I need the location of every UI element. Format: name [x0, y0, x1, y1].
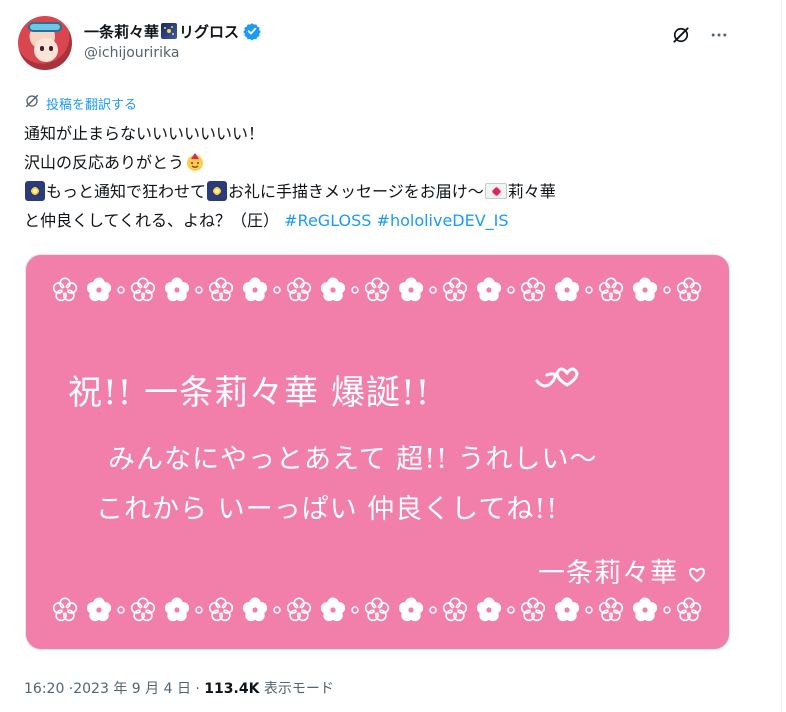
hashtag-hololivedev[interactable]: #hololiveDEV_IS	[377, 211, 509, 230]
small-heart-icon	[688, 567, 706, 583]
translate-icon	[24, 93, 40, 113]
image-text-line-2: みんなにやっとあえて 超!! うれしい〜	[108, 444, 598, 475]
author-names: 一条莉々華 リグロス @ichijouririka	[84, 20, 261, 61]
flower-decoration	[520, 597, 546, 622]
love-letter-emoji-icon	[484, 183, 507, 199]
flower-decoration	[398, 277, 424, 302]
dot-decoration	[507, 606, 515, 614]
heart-doodle-icon	[535, 367, 579, 388]
hashtag-reglass[interactable]: #ReGLOSS	[284, 211, 371, 230]
flower-decoration	[554, 277, 580, 302]
flower-border-top	[52, 277, 702, 302]
flower-decoration	[364, 597, 390, 622]
verified-icon	[243, 22, 261, 40]
flower-decoration	[130, 277, 156, 302]
display-name[interactable]: 一条莉々華	[84, 21, 159, 42]
views-count: 113.4K	[204, 681, 260, 697]
flower-decoration	[632, 597, 658, 622]
flower-decoration	[476, 277, 502, 302]
tweet-line-2: 沢山の反応ありがとう	[24, 148, 734, 177]
translate-link[interactable]: 投稿を翻訳する	[24, 93, 137, 113]
tweet-header: 一条莉々華 リグロス @ichijouririka	[18, 16, 738, 76]
flower-decoration	[86, 597, 112, 622]
dot-decoration	[585, 286, 593, 294]
flower-decoration	[52, 277, 78, 302]
dot-decoration	[663, 606, 671, 614]
sparkle-emoji-icon	[161, 23, 178, 39]
flower-decoration	[476, 597, 502, 622]
flower-decoration	[676, 277, 702, 302]
flower-decoration	[286, 597, 312, 622]
tweet-line-4: と仲良くしてくれる、よね？（圧） #ReGLOSS #hololiveDEV_I…	[24, 211, 509, 230]
sparkler-emoji-icon	[25, 181, 45, 201]
flower-decoration	[598, 277, 624, 302]
flower-decoration	[442, 277, 468, 302]
dot-decoration	[429, 606, 437, 614]
flower-decoration	[242, 597, 268, 622]
flower-decoration	[52, 597, 78, 622]
flower-decoration	[598, 597, 624, 622]
dot-decoration	[507, 286, 515, 294]
dot-decoration	[273, 286, 281, 294]
flower-decoration	[676, 597, 702, 622]
dot-decoration	[273, 606, 281, 614]
tweet-meta: 16:20 ·2023 年 9 月 4 日 · 113.4K 表示モード	[24, 678, 334, 698]
tweet-line-1: 通知が止まらないいいいいいい！	[24, 124, 265, 143]
dot-decoration	[663, 286, 671, 294]
more-icon[interactable]	[708, 24, 730, 46]
flower-decoration	[632, 277, 658, 302]
image-signature: 一条莉々華	[538, 558, 678, 589]
flower-decoration	[208, 277, 234, 302]
dot-decoration	[117, 286, 125, 294]
display-name-suffix[interactable]: リグロス	[179, 21, 239, 42]
flower-decoration	[242, 277, 268, 302]
flower-decoration	[164, 597, 190, 622]
dot-decoration	[585, 606, 593, 614]
translate-label: 投稿を翻訳する	[46, 97, 138, 113]
flower-decoration	[320, 277, 346, 302]
image-text-line-3: これから いーっぱい 仲良くしてね!!	[96, 494, 559, 525]
dot-decoration	[117, 606, 125, 614]
flower-decoration	[398, 597, 424, 622]
tweet-text: 通知が止まらないいいいいいい！ 沢山の反応ありがとう もっと通知で狂わせて お礼に…	[24, 119, 734, 235]
flower-decoration	[86, 277, 112, 302]
tweet-image[interactable]: 祝!! 一条莉々華 爆誕!! みんなにやっとあえて 超!! うれしい〜 これから…	[25, 254, 730, 650]
dot-decoration	[195, 606, 203, 614]
tweet-line-3: もっと通知で狂わせて お礼に手描きメッセージをお届け〜 莉々華	[24, 177, 734, 206]
flower-border-bottom	[52, 597, 702, 622]
flower-decoration	[130, 597, 156, 622]
dot-decoration	[351, 606, 359, 614]
flower-decoration	[164, 277, 190, 302]
timestamp[interactable]: 16:20 ·2023 年 9 月 4 日 ·	[24, 681, 204, 697]
avatar[interactable]	[18, 16, 72, 70]
grok-icon[interactable]	[670, 24, 692, 46]
views-label: 表示モード	[259, 681, 334, 697]
handle[interactable]: @ichijouririka	[84, 45, 261, 61]
party-face-emoji-icon	[185, 152, 205, 172]
flower-decoration	[286, 277, 312, 302]
flower-decoration	[520, 277, 546, 302]
flower-decoration	[442, 597, 468, 622]
dot-decoration	[351, 286, 359, 294]
image-text-line-1: 祝!! 一条莉々華 爆誕!!	[68, 373, 431, 413]
dot-decoration	[195, 286, 203, 294]
right-divider	[781, 0, 782, 712]
flower-decoration	[208, 597, 234, 622]
flower-decoration	[554, 597, 580, 622]
flower-decoration	[364, 277, 390, 302]
dot-decoration	[429, 286, 437, 294]
flower-decoration	[320, 597, 346, 622]
sparkler-emoji-icon	[207, 181, 228, 201]
